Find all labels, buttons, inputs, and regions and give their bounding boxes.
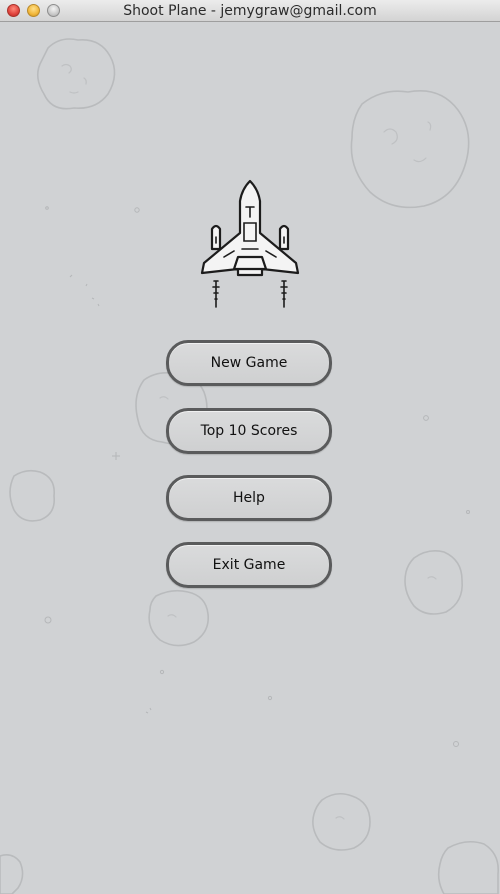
title-bar[interactable]: Shoot Plane - jemygraw@gmail.com <box>0 0 500 22</box>
new-game-button[interactable]: New Game <box>166 340 332 386</box>
top-10-scores-button[interactable]: Top 10 Scores <box>166 408 332 454</box>
exit-game-button[interactable]: Exit Game <box>166 542 332 588</box>
app-window: Shoot Plane - jemygraw@gmail.com New Gam… <box>0 0 500 894</box>
asteroid <box>404 550 463 615</box>
asteroid <box>312 792 371 851</box>
asteroid <box>36 38 116 110</box>
asteroid <box>0 854 24 894</box>
fighter-plane-icon <box>200 179 300 308</box>
asteroid <box>350 90 470 209</box>
window-title: Shoot Plane - jemygraw@gmail.com <box>123 3 377 19</box>
asteroid <box>9 469 56 522</box>
asteroid <box>148 589 210 647</box>
asteroid <box>437 840 500 894</box>
help-button[interactable]: Help <box>166 475 332 521</box>
main-menu-screen: New Game Top 10 Scores Help Exit Game <box>0 22 500 894</box>
asteroid-background <box>0 38 500 894</box>
